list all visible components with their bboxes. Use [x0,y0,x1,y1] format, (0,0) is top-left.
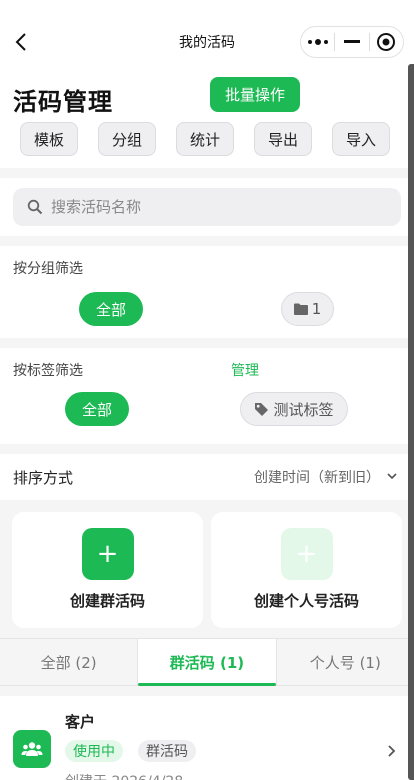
tab-all[interactable]: 全部 (2) [0,639,139,685]
item-name: 客户 [65,713,96,731]
group-button[interactable]: 分组 [98,122,156,156]
minimize-icon[interactable] [335,27,368,57]
create-group-code-card[interactable]: + 创建群活码 [12,512,203,628]
target-icon[interactable] [370,27,403,57]
folder-icon [293,303,308,315]
create-cards: + 创建群活码 + 创建个人号活码 [0,500,414,628]
group-chip-label: 1 [311,300,322,318]
sort-value[interactable]: 创建时间（新到旧） [254,467,380,487]
create-personal-code-label: 创建个人号活码 [253,592,359,610]
search-section [0,178,414,236]
page-header: 活码管理 批量操作 模板 分组 统计 导出 导入 [0,77,414,168]
tag-icon [255,402,269,416]
plus-icon: + [280,528,333,580]
nav-bar: 我的活码 [0,0,414,82]
batch-operation-button[interactable]: 批量操作 [210,77,300,112]
scrollbar[interactable] [408,64,414,780]
search-input[interactable] [51,198,351,216]
manage-tags-link[interactable]: 管理 [231,360,259,380]
tag-filter-label: 按标签筛选 [13,363,83,379]
create-personal-code-card[interactable]: + 创建个人号活码 [211,512,402,628]
group-chip-all[interactable]: 全部 [79,292,143,326]
group-chip-1[interactable]: 1 [281,292,334,326]
search-icon [27,199,43,215]
page-title: 活码管理 [13,88,113,116]
tab-personal[interactable]: 个人号 (1) [277,639,414,685]
toolbar: 模板 分组 统计 导出 导入 [20,122,390,156]
mini-program-capsule [300,26,404,58]
export-button[interactable]: 导出 [254,122,312,156]
tag-chip-test[interactable]: 测试标签 [240,392,348,426]
template-button[interactable]: 模板 [20,122,78,156]
list-item[interactable]: 客户 使用中 群活码 创建于 2026/4/28 [0,696,414,780]
tag-chip-label: 测试标签 [273,400,334,419]
group-filter-label: 按分组筛选 [13,261,83,277]
search-box[interactable] [13,188,401,226]
plus-icon: + [81,528,134,580]
item-created-date: 创建于 2026/4/28 [65,771,183,780]
tag-chip-all[interactable]: 全部 [65,392,129,426]
code-type-tabs: 全部 (2) 群活码 (1) 个人号 (1) [0,638,414,686]
chevron-right-icon[interactable] [386,744,396,758]
create-group-code-label: 创建群活码 [69,592,145,610]
type-badge: 群活码 [138,740,196,762]
stats-button[interactable]: 统计 [176,122,234,156]
chevron-down-icon[interactable] [386,470,398,482]
status-badge: 使用中 [65,740,123,762]
sort-label: 排序方式 [13,468,74,487]
tag-filter-section: 按标签筛选 管理 全部 测试标签 [0,348,414,444]
group-filter-section: 按分组筛选 全部 1 [0,246,414,338]
more-icon[interactable] [301,27,334,57]
tab-group-codes[interactable]: 群活码 (1) [138,639,277,686]
sort-row[interactable]: 排序方式 创建时间（新到旧） [0,454,414,500]
group-icon [13,730,51,768]
import-button[interactable]: 导入 [332,122,390,156]
